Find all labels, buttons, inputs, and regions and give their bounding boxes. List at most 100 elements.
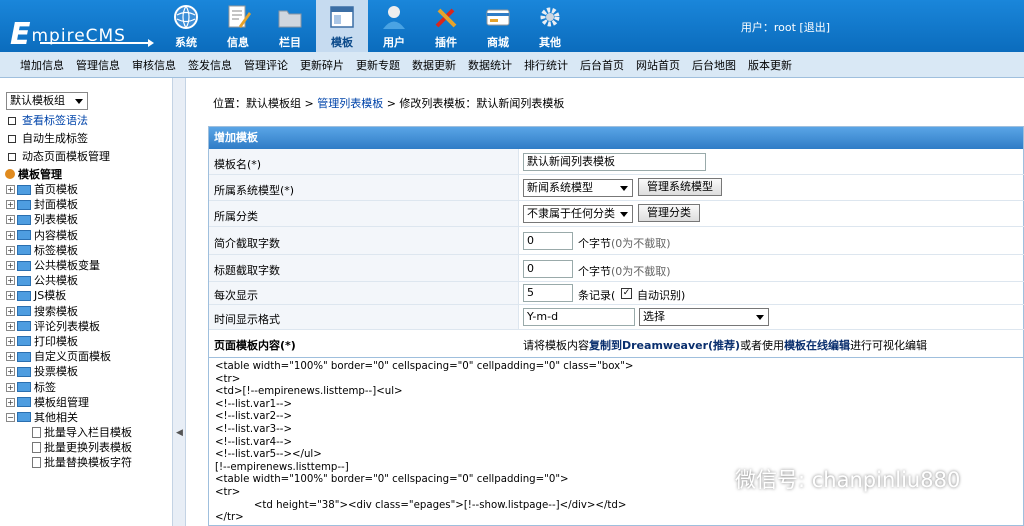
quick-menu-item[interactable]: 管理信息 xyxy=(76,57,120,73)
row-content: 页面模板内容(*) 请将模板内容复制到Dreamweaver(推荐)或者使用模板… xyxy=(209,330,1024,357)
tree-node[interactable]: − 其他相关 xyxy=(6,410,132,425)
logout-link[interactable]: [退出] xyxy=(799,21,830,34)
template-name-input[interactable]: 默认新闻列表模板 xyxy=(523,153,706,171)
tree-title: 模板管理 xyxy=(5,166,62,182)
quick-menu-item[interactable]: 版本更新 xyxy=(748,57,792,73)
sidebar-link[interactable]: 自动生成标签 xyxy=(8,130,110,148)
breadcrumb-link[interactable]: 管理列表模板 xyxy=(317,97,383,110)
tree-title-label: 模板管理 xyxy=(18,168,62,181)
expand-icon[interactable]: + xyxy=(6,185,15,195)
bullet-icon xyxy=(8,135,16,143)
nav-item-7[interactable]: 其他 xyxy=(524,0,576,52)
tree-node[interactable]: + 封面模板 xyxy=(6,197,132,212)
tree-node[interactable]: + 打印模板 xyxy=(6,334,132,349)
expand-icon[interactable]: + xyxy=(6,230,15,240)
copy-to-dreamweaver-link[interactable]: 复制到Dreamweaver(推荐) xyxy=(589,339,740,352)
sidebar-link[interactable]: 动态页面模板管理 xyxy=(8,148,110,166)
tree-node[interactable]: + 模板组管理 xyxy=(6,395,132,410)
quick-menu-item[interactable]: 更新碎片 xyxy=(300,57,344,73)
quick-menu-item[interactable]: 数据统计 xyxy=(468,57,512,73)
online-edit-link[interactable]: 模板在线编辑 xyxy=(784,339,850,352)
model-label: 所属系统模型(*) xyxy=(214,184,295,197)
document-icon xyxy=(32,442,41,454)
quick-menu-item[interactable]: 后台地图 xyxy=(692,57,736,73)
sidebar-splitter[interactable]: ◀ xyxy=(172,78,186,526)
quick-menu-item[interactable]: 增加信息 xyxy=(20,57,64,73)
expand-icon[interactable]: + xyxy=(6,215,15,225)
tree-node[interactable]: + 标签 xyxy=(6,379,132,394)
quick-menu-item[interactable]: 更新专题 xyxy=(356,57,400,73)
tree-node[interactable]: + 公共模板变量 xyxy=(6,258,132,273)
intro-note: (0为不截取) xyxy=(611,237,671,250)
expand-icon[interactable]: + xyxy=(6,397,15,407)
model-select[interactable]: 新闻系统模型 xyxy=(523,179,633,197)
expand-icon[interactable]: + xyxy=(6,306,15,316)
expand-icon[interactable]: + xyxy=(6,321,15,331)
quick-menu-item[interactable]: 管理评论 xyxy=(244,57,288,73)
nav-item-1[interactable]: 信息 xyxy=(212,0,264,52)
nav-item-6[interactable]: 商城 xyxy=(472,0,524,52)
empirecms-logo[interactable]: EmpireCMS xyxy=(4,6,154,52)
quick-menu-item[interactable]: 签发信息 xyxy=(188,57,232,73)
title-length-input[interactable]: 0 xyxy=(523,260,573,278)
nav-label: 其他 xyxy=(539,36,561,49)
nav-item-0[interactable]: 系统 xyxy=(160,0,212,52)
manage-model-button[interactable]: 管理系统模型 xyxy=(638,178,722,196)
collapse-arrow-icon[interactable]: ◀ xyxy=(176,428,183,438)
folder-icon xyxy=(17,351,31,362)
folder-icon xyxy=(17,382,31,393)
quick-menu-item[interactable]: 排行统计 xyxy=(524,57,568,73)
sidebar-link[interactable]: 查看标签语法 xyxy=(8,112,110,130)
row-model: 所属系统模型(*) 新闻系统模型 管理系统模型 xyxy=(209,175,1024,201)
tree-node[interactable]: + 投票模板 xyxy=(6,364,132,379)
quick-menu-item[interactable]: 审核信息 xyxy=(132,57,176,73)
per-page-input[interactable]: 5 xyxy=(523,284,573,302)
expand-icon[interactable]: + xyxy=(6,336,15,346)
category-select[interactable]: 不隶属于任何分类 xyxy=(523,205,633,223)
tree-node[interactable]: + 首页模板 xyxy=(6,182,132,197)
folder-icon xyxy=(17,275,31,286)
collapse-icon[interactable]: − xyxy=(6,412,15,422)
expand-icon[interactable]: + xyxy=(6,200,15,210)
nav-item-2[interactable]: 栏目 xyxy=(264,0,316,52)
tree-node[interactable]: + 自定义页面模板 xyxy=(6,349,132,364)
expand-icon[interactable]: + xyxy=(6,291,15,301)
time-format-select[interactable]: 选择 xyxy=(639,308,769,326)
quick-menu-item[interactable]: 后台首页 xyxy=(580,57,624,73)
expand-icon[interactable]: + xyxy=(6,276,15,286)
expand-icon[interactable]: + xyxy=(6,352,15,362)
expand-icon[interactable]: + xyxy=(6,382,15,392)
tree-node[interactable]: + 内容模板 xyxy=(6,228,132,243)
quick-menu-item[interactable]: 数据更新 xyxy=(412,57,456,73)
tree-subnode[interactable]: 批量导入栏目模板 xyxy=(6,425,132,440)
folder-icon xyxy=(17,260,31,271)
folder-icon xyxy=(17,412,31,423)
tree-node[interactable]: + 评论列表模板 xyxy=(6,319,132,334)
tree-subnode[interactable]: 批量更换列表模板 xyxy=(6,440,132,455)
expand-icon[interactable]: + xyxy=(6,245,15,255)
tree-node-label: 内容模板 xyxy=(34,228,78,242)
content-hint-or: 或者使用 xyxy=(740,339,785,352)
tree-node[interactable]: + 搜索模板 xyxy=(6,304,132,319)
template-group-select[interactable]: 默认模板组 xyxy=(6,92,88,110)
auto-detect-checkbox[interactable]: ✓ xyxy=(621,288,632,299)
quick-menu-item[interactable]: 网站首页 xyxy=(636,57,680,73)
per-page-label: 每次显示 xyxy=(214,289,258,302)
template-content-textarea[interactable]: <table width="100%" border="0" cellspaci… xyxy=(209,357,1024,526)
tree-node[interactable]: + 列表模板 xyxy=(6,212,132,227)
nav-item-3[interactable]: 模板 xyxy=(316,0,368,52)
time-format-label: 时间显示格式 xyxy=(214,313,280,326)
tree-node[interactable]: + 标签模板 xyxy=(6,243,132,258)
nav-item-5[interactable]: 插件 xyxy=(420,0,472,52)
time-format-input[interactable]: Y-m-d xyxy=(523,308,635,326)
tree-subnode[interactable]: 批量替换模板字符 xyxy=(6,455,132,470)
expand-icon[interactable]: + xyxy=(6,367,15,377)
expand-icon[interactable]: + xyxy=(6,261,15,271)
template-name-label: 模板名(*) xyxy=(214,158,262,171)
intro-length-input[interactable]: 0 xyxy=(523,232,573,250)
nav-item-4[interactable]: 用户 xyxy=(368,0,420,52)
tree-node[interactable]: + 公共模板 xyxy=(6,273,132,288)
tree-node[interactable]: + JS模板 xyxy=(6,288,132,303)
content-hint-text: 请将模板内容 xyxy=(523,339,589,352)
manage-category-button[interactable]: 管理分类 xyxy=(638,204,700,222)
